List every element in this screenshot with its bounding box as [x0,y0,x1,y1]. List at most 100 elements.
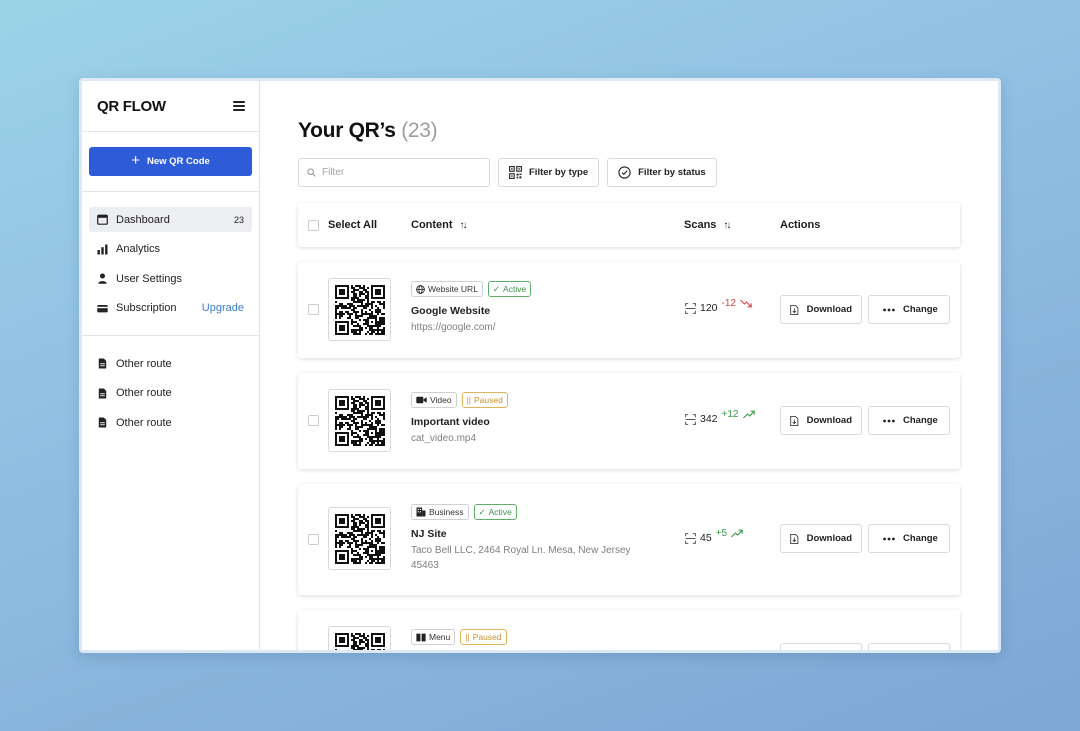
qr-count: (23) [401,119,438,142]
sidebar-item-label: Other route [116,416,172,429]
trend-down-icon [740,299,752,308]
upgrade-link[interactable]: Upgrade [202,302,244,314]
download-button[interactable]: Download [780,524,862,553]
content-column-header[interactable]: Content ↑↓ [411,203,468,247]
main-content: Your QR’s (23) Filter Filter by type Fil… [260,81,998,650]
status-badge: || Paused [460,629,507,645]
app-window: QR FLOW + New QR Code Dashboard 23 Analy [79,78,1001,653]
status-label: Active [503,284,527,294]
trend-up-icon [731,529,743,538]
qr-code-thumbnail[interactable] [328,389,391,452]
qr-code-thumbnail[interactable] [328,278,391,341]
more-dots-icon [883,419,895,422]
sidebar-item-subscription[interactable]: Subscription Upgrade [89,296,252,321]
row-chips: Menu || Paused [411,629,661,645]
change-button[interactable]: Change [868,406,950,435]
type-chip-label: Business [429,507,464,517]
row-actions: Download Change [780,295,950,324]
new-qr-code-label: New QR Code [146,156,210,167]
download-button[interactable] [780,643,862,650]
row-content: Menu || Paused [411,629,661,645]
video-camera-icon [416,396,427,404]
sort-icon[interactable]: ↑↓ [460,220,468,231]
change-label: Change [903,415,938,426]
download-icon [790,415,799,426]
row-actions: Download Change [780,524,950,553]
status-badge: ✓ Active [473,504,517,520]
row-title: Google Website [411,305,491,317]
scans-header-label: Scans [684,219,717,231]
qr-code-thumbnail[interactable] [328,507,391,570]
sidebar-item-dashboard[interactable]: Dashboard 23 [89,207,252,232]
more-dots-icon [883,537,895,540]
change-button[interactable]: Change [868,295,950,324]
download-label: Download [806,533,852,544]
sort-icon[interactable]: ↑↓ [723,220,731,231]
document-icon [97,358,108,369]
type-chip: Business [411,504,469,520]
scan-count: 45 [700,532,712,544]
status-label: Active [488,507,512,517]
scan-icon [685,533,696,544]
table-header: Select All Content ↑↓ Scans ↑↓ Actions [298,203,960,247]
trend-up-icon [742,410,755,419]
row-subtitle: cat_video.mp4 [411,433,477,444]
scan-icon [685,303,696,314]
new-qr-code-button[interactable]: + New QR Code [89,147,252,176]
more-dots-icon [883,308,895,311]
filter-by-status-button[interactable]: Filter by status [607,158,717,187]
bar-chart-icon [97,244,108,255]
scans-column-header[interactable]: Scans ↑↓ [684,203,731,247]
row-checkbox[interactable] [308,415,319,426]
sidebar-item-label: User Settings [116,272,183,285]
new-button-area: + New QR Code [82,132,259,192]
download-button[interactable]: Download [780,406,862,435]
filter-by-type-button[interactable]: Filter by type [498,158,600,187]
user-icon [97,273,108,284]
qr-code-image [334,632,385,650]
check-circle-icon [618,166,631,179]
scan-delta: +12 [721,409,739,420]
row-title: NJ Site [411,528,447,540]
sidebar-item-label: Dashboard [116,213,170,226]
qr-row: Video || Paused Important video cat_vide… [298,373,960,469]
qr-row: Business ✓ Active NJ Site Taco Bell LLC,… [298,484,960,595]
sidebar-item-other-route[interactable]: Other route [89,381,252,406]
scan-stats: 342 +12 [685,409,755,425]
download-button[interactable]: Download [780,295,862,324]
actions-column-header: Actions [780,203,820,247]
row-subtitle: https://google.com/ [411,322,496,333]
scan-stats: 120 -12 [685,298,752,314]
plus-icon: + [131,152,140,169]
download-label: Download [806,415,852,426]
filter-by-type-label: Filter by type [529,167,589,178]
row-title: Important video [411,416,490,428]
change-label: Change [903,304,938,315]
sidebar-item-other-route[interactable]: Other route [89,410,252,435]
check-icon: ✓ [492,283,501,294]
page-title-text: Your QR’s [298,119,396,142]
page-title: Your QR’s (23) [298,119,960,145]
sidebar-item-analytics[interactable]: Analytics [89,237,252,262]
row-checkbox[interactable] [308,534,319,545]
row-checkbox[interactable] [308,304,319,315]
content-header-label: Content [411,219,453,231]
hamburger-menu-icon[interactable] [233,101,245,111]
filter-input[interactable]: Filter [298,158,490,187]
row-chips: Business ✓ Active [411,504,661,520]
change-label: Change [903,533,938,544]
download-icon [790,304,799,315]
sidebar-item-other-route[interactable]: Other route [89,351,252,376]
qr-row: Menu || Paused [298,610,960,650]
qr-code-thumbnail[interactable] [328,626,391,650]
row-actions [780,643,950,650]
change-button[interactable] [868,643,950,650]
document-icon [97,388,108,399]
select-all-checkbox[interactable] [308,219,319,231]
status-badge: || Paused [461,392,508,408]
sidebar-item-label: Other route [116,357,172,370]
change-button[interactable]: Change [868,524,950,553]
sidebar-item-user-settings[interactable]: User Settings [89,266,252,291]
row-subtitle: Taco Bell LLC, 2464 Royal Ln. Mesa, New … [411,545,631,571]
search-icon [307,168,316,177]
